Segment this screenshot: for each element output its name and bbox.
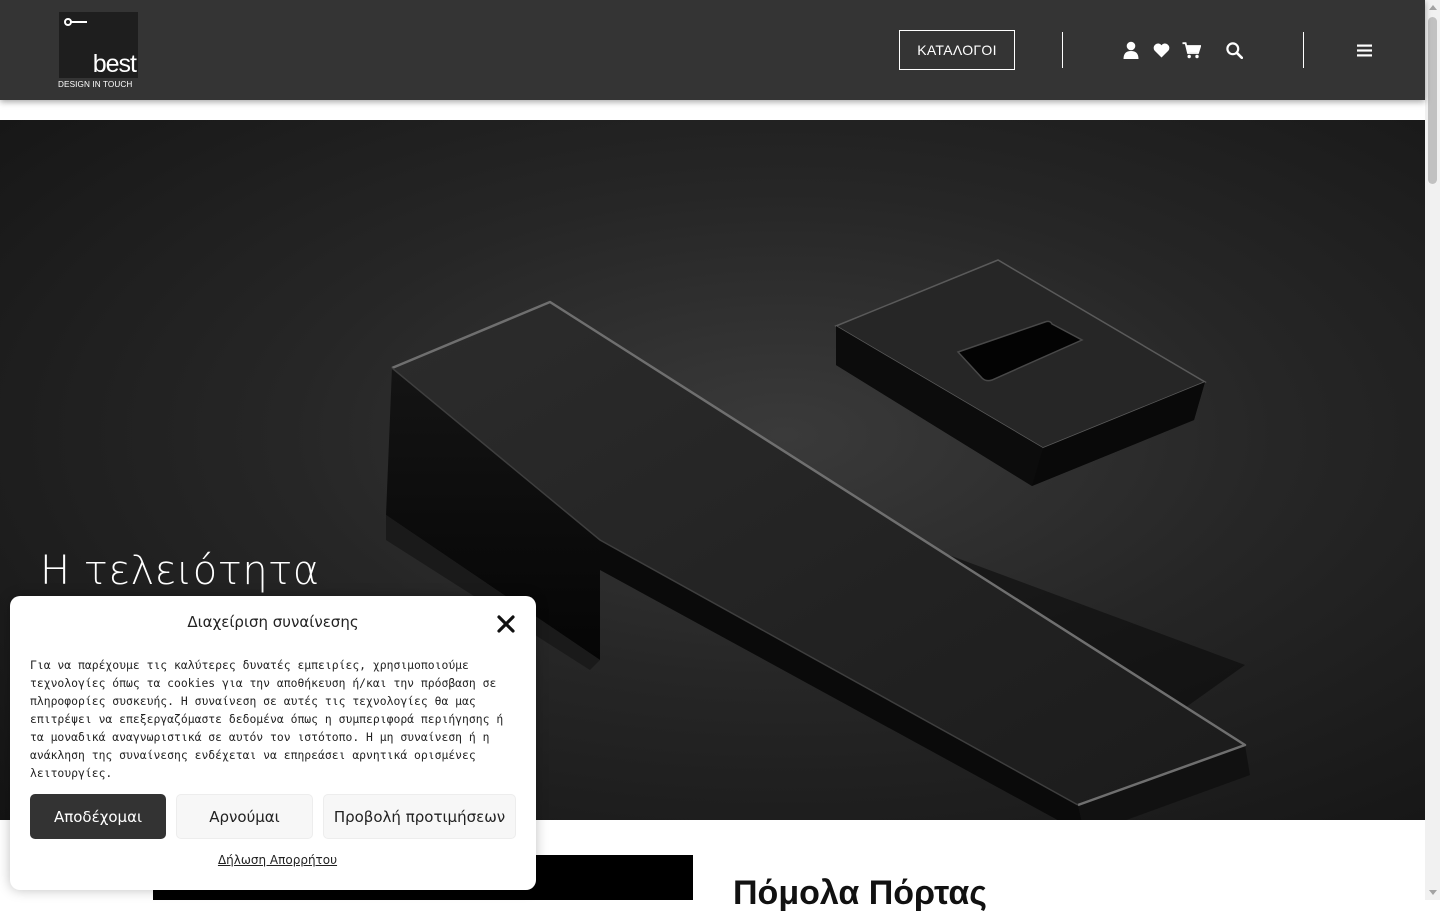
accept-button[interactable]: Αποδέχομαι	[30, 794, 166, 839]
scroll-thumb[interactable]	[1428, 17, 1437, 184]
logo-word: best	[92, 50, 137, 78]
logo-box: best	[59, 12, 138, 78]
key-icon	[64, 18, 88, 26]
cart-icon[interactable]	[1181, 40, 1201, 60]
cookie-dialog-text: Για να παρέχουμε τις καλύτερες δυνατές ε…	[30, 658, 504, 780]
heart-icon[interactable]	[1151, 40, 1171, 60]
cookie-consent-dialog: Διαχείριση συναίνεσης Για να παρέχουμε τ…	[10, 596, 536, 890]
brand-logo[interactable]: best DESIGN IN TOUCH	[58, 11, 139, 91]
menu-icon[interactable]	[1354, 40, 1374, 60]
logo-tagline: DESIGN IN TOUCH	[58, 80, 133, 89]
catalogs-button[interactable]: ΚΑΤΑΛΟΓΟΙ	[899, 30, 1015, 70]
section-heading: Πόμολα Πόρτας	[733, 874, 987, 912]
site-header: best DESIGN IN TOUCH ΚΑΤΑΛΟΓΟΙ	[0, 0, 1425, 100]
scroll-down-arrow-icon[interactable]	[1429, 890, 1437, 895]
privacy-statement-link[interactable]: Δήλωση Απορρήτου	[10, 853, 545, 867]
hero-title: Η τελειότητα	[40, 548, 320, 594]
close-icon[interactable]	[496, 614, 516, 634]
deny-button[interactable]: Αρνούμαι	[176, 794, 313, 839]
scroll-up-arrow-icon[interactable]	[1429, 5, 1437, 10]
user-icon[interactable]	[1121, 40, 1141, 60]
search-icon[interactable]	[1224, 40, 1244, 60]
cookie-dialog-title: Διαχείριση συναίνεσης	[187, 613, 359, 631]
page-scrollbar[interactable]	[1425, 0, 1440, 900]
header-divider	[1062, 32, 1063, 68]
header-divider	[1303, 32, 1304, 68]
view-preferences-button[interactable]: Προβολή προτιμήσεων	[323, 794, 516, 839]
